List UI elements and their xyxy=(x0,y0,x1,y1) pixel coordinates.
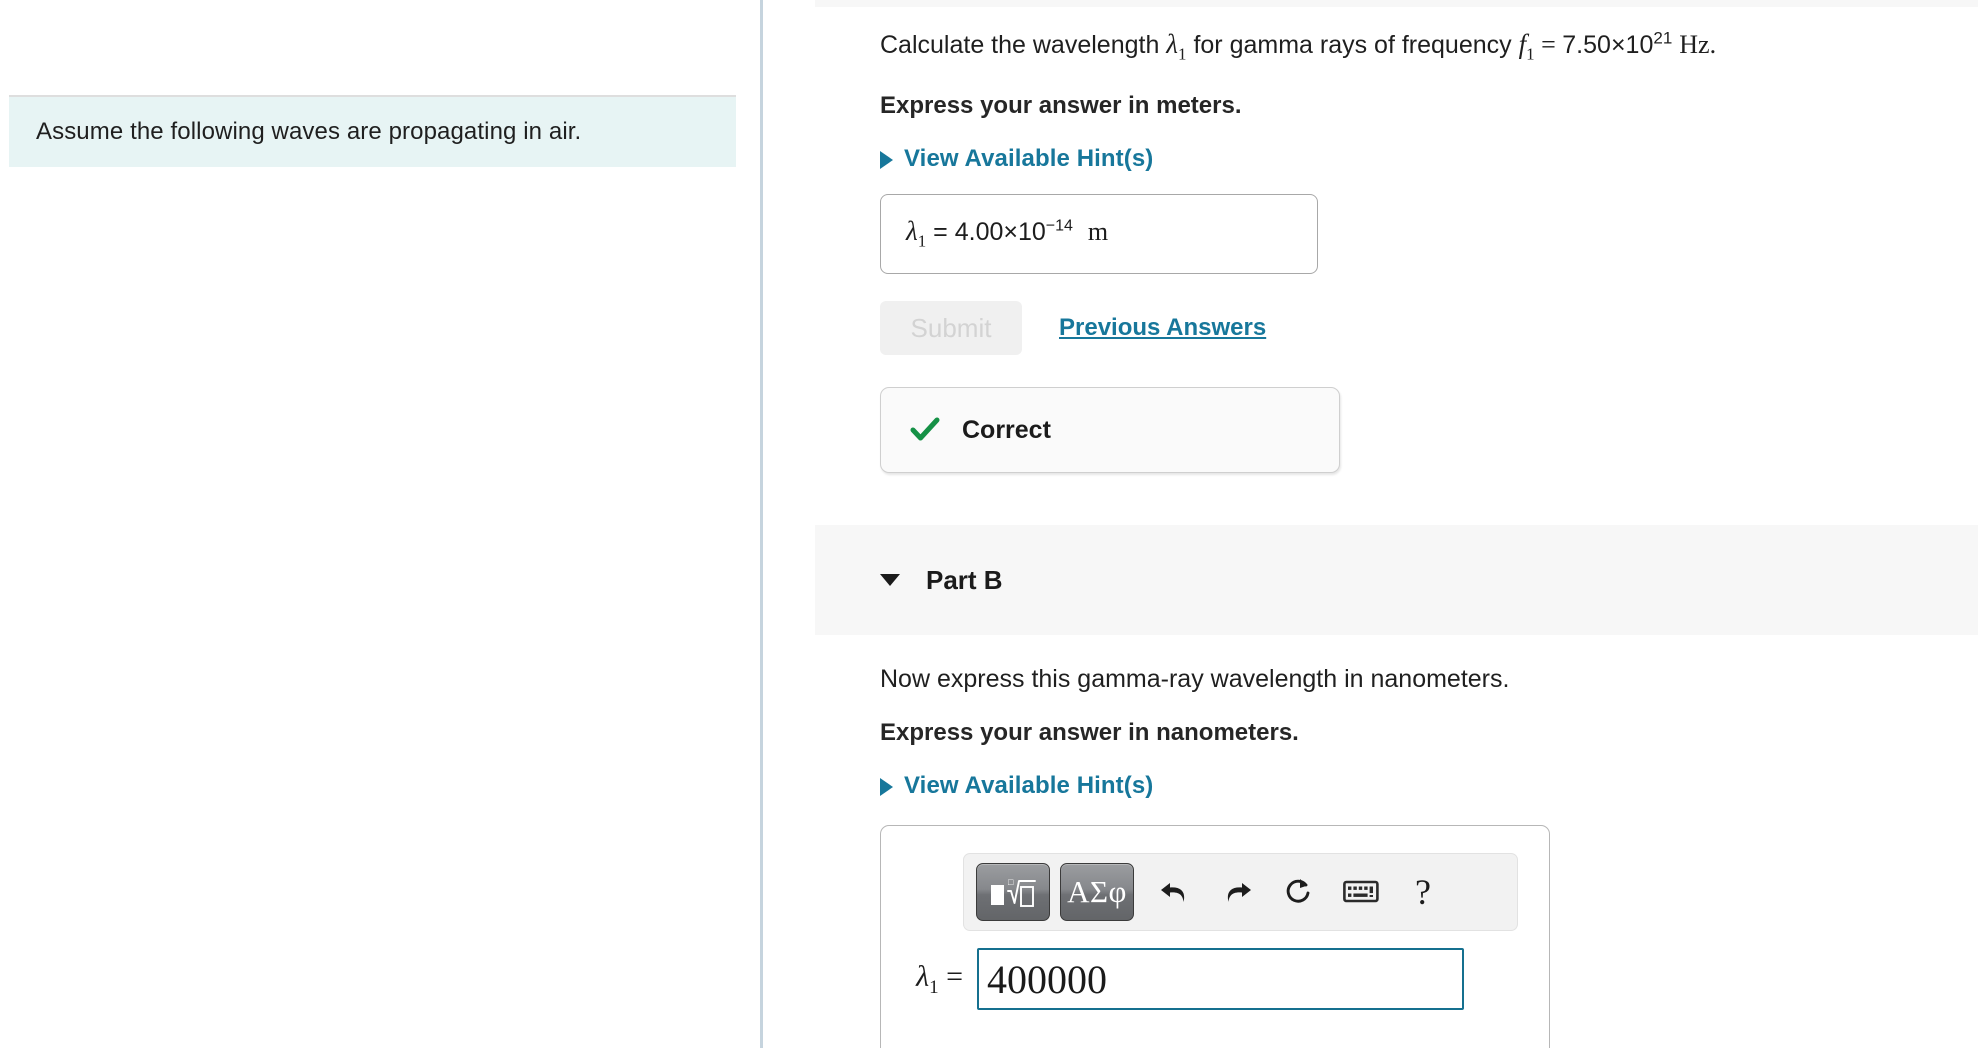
part-a-answer-unit: m xyxy=(1087,217,1109,247)
part-b-view-hints-link[interactable]: View Available Hint(s) xyxy=(880,772,1153,800)
help-label: ? xyxy=(1415,872,1431,912)
triangle-right-icon xyxy=(880,150,893,169)
assumption-note-box: Assume the following waves are propagati… xyxy=(9,95,736,167)
part-b-hint-label: View Available Hint(s) xyxy=(904,772,1154,799)
check-icon xyxy=(910,415,940,445)
part-a-submit-button[interactable]: Submit xyxy=(880,301,1022,355)
part-a-freq-unit: Hz xyxy=(1679,30,1710,59)
part-b-answer-input[interactable] xyxy=(977,948,1464,1010)
part-b-question-text: Now express this gamma-ray wavelength in… xyxy=(880,665,1510,693)
part-a-instruction: Express your answer in meters. xyxy=(880,92,1242,119)
caret-down-icon xyxy=(880,574,900,586)
part-b-header[interactable]: Part B xyxy=(815,525,1978,635)
part-a-question-mid: for gamma rays of frequency xyxy=(1186,31,1519,59)
part-b-answer-widget: □ ΑΣφ ? λ1 = 400000 xyxy=(880,825,1550,1048)
help-question-icon[interactable]: ? xyxy=(1392,863,1454,921)
part-a-answer-equals: = xyxy=(933,218,948,247)
page-root: Assume the following waves are propagati… xyxy=(0,0,1978,1048)
part-a-lambda-symbol: λ1 xyxy=(1166,29,1187,64)
part-b-title: Part B xyxy=(926,564,1003,595)
part-a-answer-box: λ1 = 4.00×10−14 m xyxy=(880,194,1318,274)
part-a-freq-mantissa: 7.50×10 xyxy=(1562,31,1654,59)
part-b-answer-symbol: λ1 = xyxy=(916,959,963,998)
reset-circular-arrow-icon[interactable] xyxy=(1268,863,1330,921)
triangle-right-icon xyxy=(880,777,893,796)
redo-arrow-icon[interactable] xyxy=(1206,863,1268,921)
part-a-answer-exponent: −14 xyxy=(1045,217,1073,235)
math-template-icon-button[interactable]: □ xyxy=(976,863,1050,921)
part-a-question-text: Calculate the wavelength λ1 for gamma ra… xyxy=(880,27,1716,65)
part-a-feedback-label: Correct xyxy=(962,415,1051,444)
part-a-previous-answers-link[interactable]: Previous Answers xyxy=(1059,314,1266,342)
part-a-answer-symbol: λ1 xyxy=(906,216,927,251)
part-a-frequency-symbol: f1 xyxy=(1518,29,1535,64)
part-b-instruction: Express your answer in nanometers. xyxy=(880,719,1299,746)
left-problem-pane: Assume the following waves are propagati… xyxy=(0,0,760,1048)
part-b-math-toolbar: □ ΑΣφ ? xyxy=(963,853,1518,931)
part-a-hint-label: View Available Hint(s) xyxy=(904,145,1154,172)
svg-text:□: □ xyxy=(1008,877,1014,887)
part-b-answer-row: λ1 = xyxy=(881,948,1551,1010)
greek-symbols-button[interactable]: ΑΣφ xyxy=(1060,863,1134,921)
right-answer-pane: Calculate the wavelength λ1 for gamma ra… xyxy=(763,0,1978,1048)
part-a-answer-mantissa: 4.00×10 xyxy=(954,218,1046,247)
part-a-freq-exponent: 21 xyxy=(1653,28,1673,48)
keyboard-icon[interactable] xyxy=(1330,863,1392,921)
previous-part-header-tail xyxy=(815,0,1978,7)
part-a-feedback-box: Correct xyxy=(880,387,1340,473)
part-a-view-hints-link[interactable]: View Available Hint(s) xyxy=(880,145,1153,173)
undo-arrow-icon[interactable] xyxy=(1144,863,1206,921)
part-a-question-prefix: Calculate the wavelength xyxy=(880,31,1167,59)
part-a-question-suffix: . xyxy=(1709,30,1717,59)
assumption-note-text: Assume the following waves are propagati… xyxy=(36,117,582,145)
part-a-freq-equals: = xyxy=(1534,30,1563,59)
greek-symbols-label: ΑΣφ xyxy=(1067,874,1127,909)
part-a-answer-content: λ1 = 4.00×10−14 m xyxy=(906,216,1108,251)
